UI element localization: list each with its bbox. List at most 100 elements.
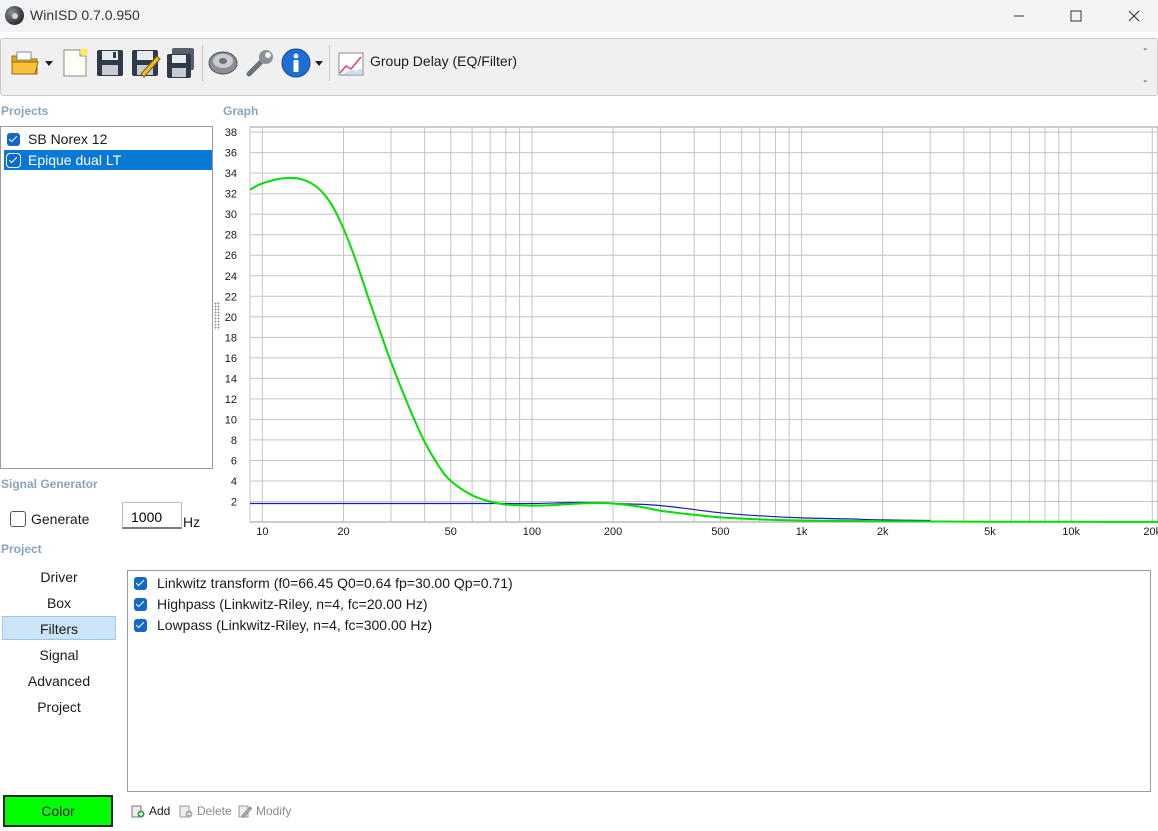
generate-checkbox[interactable] <box>10 511 26 527</box>
y-tick-label: 28 <box>225 230 237 242</box>
filter-label: Lowpass (Linkwitz-Riley, n=4, fc=300.00 … <box>157 617 433 633</box>
save-all-icon[interactable] <box>165 47 197 79</box>
toolbar-dash-top: - <box>1143 43 1147 55</box>
delete-icon <box>179 805 193 818</box>
toolbar-dash-bottom: - <box>1143 75 1147 87</box>
x-tick-label: 50 <box>445 526 457 538</box>
open-folder-icon[interactable] <box>9 47 41 79</box>
y-tick-label: 34 <box>225 168 237 180</box>
new-document-icon[interactable] <box>59 47 91 79</box>
filter-item-highpass[interactable]: Highpass (Linkwitz-Riley, n=4, fc=20.00 … <box>134 594 428 614</box>
project-label: Epique dual LT <box>28 152 122 168</box>
project-checkbox[interactable] <box>6 152 21 168</box>
close-icon <box>1128 10 1140 22</box>
modify-label: Modify <box>256 804 292 818</box>
y-tick-label: 36 <box>225 148 237 160</box>
filter-item-linkwitz-transform[interactable]: Linkwitz transform (f0=66.45 Q0=0.64 fp=… <box>134 573 513 593</box>
maximize-button[interactable] <box>1047 0 1105 32</box>
y-tick-label: 20 <box>225 312 237 324</box>
toolbar-separator <box>329 45 330 81</box>
y-tick-label: 14 <box>225 373 237 385</box>
y-tick-label: 22 <box>225 291 237 303</box>
x-tick-label: 10 <box>256 526 268 538</box>
nav-advanced[interactable]: Advanced <box>2 669 116 693</box>
y-tick-label: 6 <box>231 455 237 467</box>
y-tick-label: 24 <box>225 271 237 283</box>
driver-speaker-icon[interactable] <box>207 47 239 79</box>
group-delay-graph[interactable]: 246810121416182022242628303234363810 20 50… <box>222 124 1158 544</box>
nav-driver[interactable]: Driver <box>2 565 116 589</box>
filters-list[interactable]: Linkwitz transform (f0=66.45 Q0=0.64 fp=… <box>127 570 1151 792</box>
nav-filters[interactable]: Filters <box>2 616 116 640</box>
projects-list[interactable]: SB Norex 12 Epique dual LT <box>0 126 213 469</box>
maximize-icon <box>1070 10 1082 22</box>
y-tick-label: 12 <box>225 394 237 406</box>
filter-label: Linkwitz transform (f0=66.45 Q0=0.64 fp=… <box>157 575 513 591</box>
y-tick-label: 2 <box>231 496 237 508</box>
y-tick-label: 18 <box>225 332 237 344</box>
toolbar-separator <box>202 45 203 81</box>
graph-type-selector[interactable]: Group Delay (EQ/Filter) <box>370 53 517 69</box>
filter-label: Highpass (Linkwitz-Riley, n=4, fc=20.00 … <box>157 596 428 612</box>
y-tick-label: 10 <box>225 414 237 426</box>
y-tick-label: 30 <box>225 209 237 221</box>
projects-header: Projects <box>1 104 49 118</box>
plot-area <box>249 126 1158 523</box>
toolbar: Group Delay (EQ/Filter) - - <box>0 38 1158 96</box>
filter-checkbox[interactable] <box>134 618 147 632</box>
x-tick-label: 20 <box>337 526 349 538</box>
nav-signal[interactable]: Signal <box>2 643 116 667</box>
x-tick-label: 100 <box>523 526 541 538</box>
y-tick-label: 8 <box>231 435 237 447</box>
save-icon[interactable] <box>94 47 126 79</box>
splitter-grip[interactable] <box>214 302 220 330</box>
open-dropdown-arrow[interactable] <box>45 61 53 66</box>
minimize-button[interactable] <box>990 0 1048 32</box>
delete-label: Delete <box>197 804 232 818</box>
minimize-icon <box>1014 15 1024 17</box>
project-label: SB Norex 12 <box>28 131 108 147</box>
window-title: WinISD 0.7.0.950 <box>30 7 140 23</box>
modify-icon <box>238 805 252 818</box>
add-label: Add <box>149 804 171 818</box>
nav-project[interactable]: Project <box>2 695 116 719</box>
app-icon <box>5 6 24 25</box>
modify-filter-button[interactable]: Modify <box>238 804 291 818</box>
save-as-icon[interactable] <box>129 47 161 79</box>
nav-box[interactable]: Box <box>2 591 116 615</box>
project-header: Project <box>1 542 42 556</box>
project-item-sb-norex-12[interactable]: SB Norex 12 <box>4 129 212 149</box>
filter-item-lowpass[interactable]: Lowpass (Linkwitz-Riley, n=4, fc=300.00 … <box>134 615 432 635</box>
graph-header: Graph <box>223 104 259 118</box>
tools-wrench-icon[interactable] <box>244 47 276 79</box>
delete-filter-button[interactable]: Delete <box>179 804 232 818</box>
color-button[interactable]: Color <box>3 795 113 827</box>
x-tick-label: 1k <box>796 526 808 538</box>
x-tick-label: 20k <box>1143 526 1158 538</box>
frequency-input[interactable] <box>122 502 182 529</box>
y-tick-label: 32 <box>225 189 237 201</box>
project-checkbox[interactable] <box>7 132 20 146</box>
x-tick-label: 500 <box>711 526 729 538</box>
y-tick-label: 38 <box>225 127 237 139</box>
y-tick-label: 4 <box>231 476 237 488</box>
add-filter-button[interactable]: Add <box>131 804 170 818</box>
add-icon <box>131 805 145 818</box>
y-tick-label: 16 <box>225 353 237 365</box>
title-bar: WinISD 0.7.0.950 <box>0 0 1158 32</box>
graph-chart-icon[interactable] <box>337 49 365 77</box>
close-button[interactable] <box>1105 0 1158 32</box>
signal-generator-header: Signal Generator <box>1 477 98 491</box>
filter-checkbox[interactable] <box>134 576 147 590</box>
frequency-unit: Hz <box>183 514 201 530</box>
x-tick-label: 200 <box>604 526 622 538</box>
x-tick-label: 5k <box>984 526 996 538</box>
filter-checkbox[interactable] <box>134 597 147 611</box>
project-item-epique-dual-lt[interactable]: Epique dual LT <box>4 150 212 170</box>
x-tick-label: 2k <box>877 526 889 538</box>
generate-label: Generate <box>31 511 90 527</box>
info-dropdown-arrow[interactable] <box>315 61 323 66</box>
y-tick-label: 26 <box>225 250 237 262</box>
info-icon[interactable] <box>280 47 312 79</box>
x-tick-label: 10k <box>1062 526 1080 538</box>
